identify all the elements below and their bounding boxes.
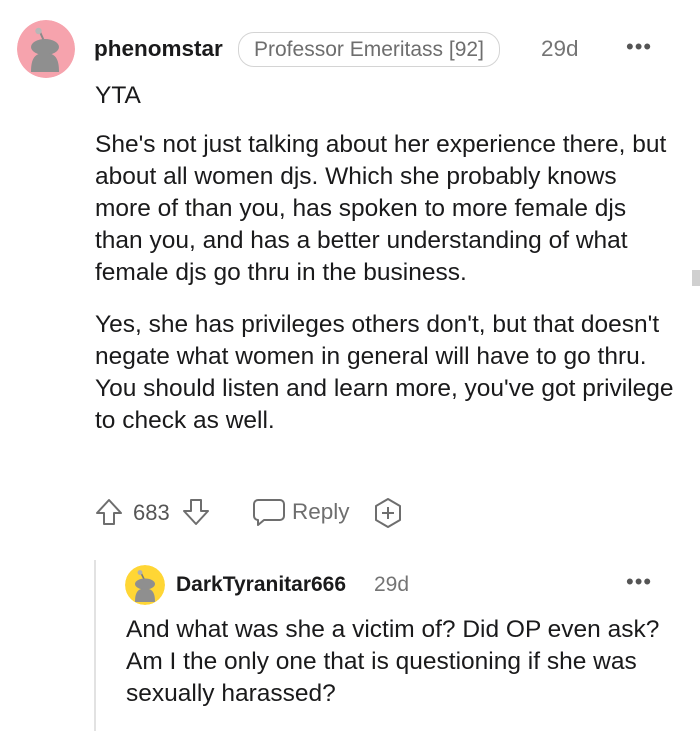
reply-username[interactable]: DarkTyranitar666 — [176, 573, 346, 597]
reply-label: Reply — [292, 499, 350, 524]
snoo-avatar-icon — [125, 565, 165, 605]
comment-paragraph: Yes, she has privileges others don't, bu… — [95, 311, 674, 434]
comment-more-button[interactable]: ••• — [626, 36, 652, 58]
more-horizontal-icon: ••• — [626, 569, 653, 594]
award-button[interactable] — [372, 497, 404, 529]
comment-paragraph: She's not just talking about her experie… — [95, 131, 667, 286]
reply-more-button[interactable]: ••• — [626, 571, 652, 593]
vote-score: 683 — [133, 500, 170, 525]
reply-age: 29d — [374, 573, 410, 596]
snoo-avatar-icon — [17, 20, 75, 78]
comment-verdict: YTA — [95, 82, 141, 109]
comment-username[interactable]: phenomstar — [94, 36, 223, 62]
reply-button[interactable]: Reply — [252, 496, 350, 528]
user-flair: Professor Emeritass [92] — [238, 32, 500, 67]
downvote-arrow-icon — [183, 499, 209, 525]
upvote-arrow-icon — [96, 499, 122, 525]
thread-line[interactable] — [94, 560, 96, 731]
scrollbar-thumb[interactable] — [692, 270, 700, 286]
upvote-button[interactable] — [94, 497, 124, 527]
reply-avatar[interactable] — [125, 565, 165, 605]
commenter-avatar[interactable] — [17, 20, 75, 78]
award-plus-icon — [375, 498, 401, 528]
speech-bubble-icon — [253, 499, 285, 526]
reply-body: And what was she a victim of? Did OP eve… — [126, 616, 660, 707]
comment-age: 29d — [541, 36, 579, 61]
comment-body: She's not just talking about her experie… — [95, 129, 675, 437]
downvote-button[interactable] — [181, 497, 211, 527]
more-horizontal-icon: ••• — [626, 34, 653, 59]
